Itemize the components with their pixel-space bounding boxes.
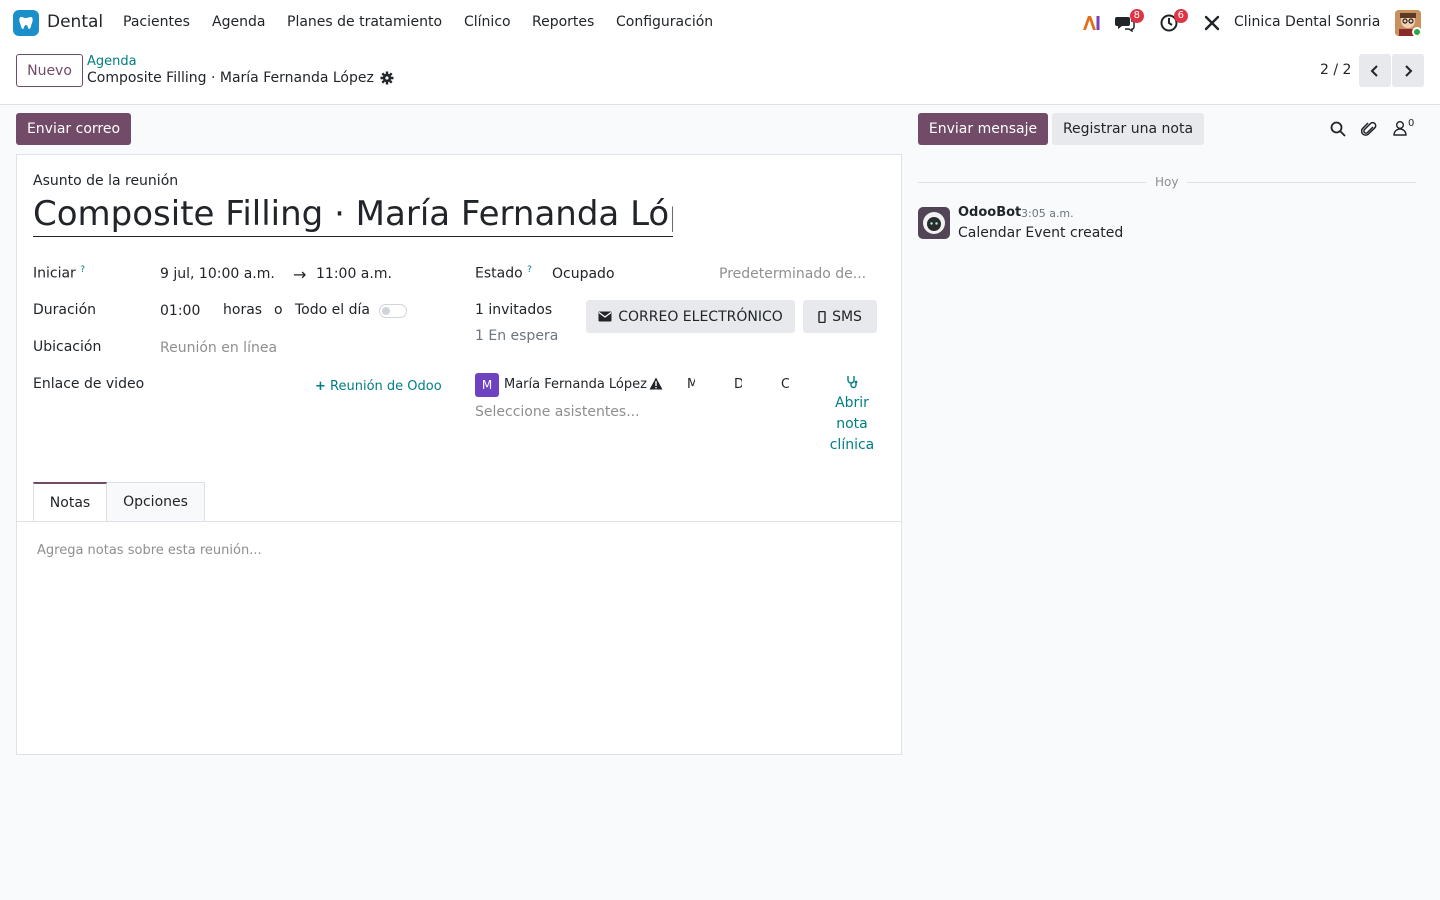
- message-time: 3:05 a.m.: [1021, 207, 1074, 220]
- state-label: Estado ?: [475, 265, 532, 282]
- attendees-input[interactable]: Seleccione asistentes...: [475, 404, 640, 420]
- search-icon[interactable]: [1330, 121, 1346, 141]
- end-time-input[interactable]: 11:00 a.m.: [316, 266, 392, 282]
- subject-input[interactable]: Composite Filling · María Fernanda López: [33, 193, 673, 237]
- start-datetime-input[interactable]: 9 jul, 10:00 a.m.: [160, 266, 275, 282]
- online-status-dot: [1412, 27, 1421, 36]
- attendee-col-d: D: [734, 377, 742, 392]
- send-mail-button[interactable]: Enviar correo: [16, 113, 131, 145]
- app-name[interactable]: Dental: [47, 12, 103, 32]
- notes-editor[interactable]: Agrega notas sobre esta reunión...: [37, 543, 262, 558]
- envelope-icon: [598, 311, 612, 322]
- allday-toggle[interactable]: [379, 304, 407, 318]
- activities-badge: 6: [1173, 9, 1188, 23]
- log-note-button[interactable]: Registrar una nota: [1052, 113, 1204, 145]
- attendee-avatar: M: [475, 373, 499, 397]
- ai-icon[interactable]: [1080, 12, 1102, 34]
- plus-icon: +: [315, 379, 326, 394]
- menu-agenda[interactable]: Agenda: [212, 14, 265, 30]
- or-label: o: [274, 302, 283, 318]
- subject-label: Asunto de la reunión: [33, 173, 179, 189]
- clinical-note-line-1: Abrir: [835, 395, 869, 411]
- paperclip-icon[interactable]: [1360, 120, 1377, 142]
- message-body: Calendar Event created: [958, 225, 1124, 241]
- stethoscope-icon: [847, 376, 858, 389]
- odoo-meeting-button[interactable]: + Reunión de Odoo: [315, 379, 442, 394]
- chevron-right-icon: [1405, 64, 1413, 77]
- menu-reportes[interactable]: Reportes: [532, 14, 594, 30]
- pager-value[interactable]: 2 / 2: [1320, 62, 1351, 78]
- tab-notas[interactable]: Notas: [33, 482, 107, 521]
- user-avatar[interactable]: [1395, 10, 1421, 36]
- clinical-note-line-2: nota: [836, 416, 868, 432]
- location-label: Ubicación: [33, 339, 102, 355]
- waiting-count[interactable]: 1 En espera: [475, 328, 558, 344]
- followers-count: 0: [1408, 118, 1415, 129]
- video-link-label: Enlace de video: [33, 376, 145, 392]
- location-input[interactable]: Reunión en línea: [160, 340, 277, 356]
- email-attendees-button[interactable]: CORREO ELECTRÓNICO: [586, 300, 795, 333]
- attendee-col-c: C: [781, 377, 789, 392]
- arrow-right-icon: →: [293, 265, 307, 284]
- clinical-note-line-3: clínica: [829, 437, 875, 453]
- breadcrumb-record-title: Composite Filling · María Fernanda López: [87, 70, 374, 86]
- message-author[interactable]: OdooBot: [958, 205, 1021, 220]
- state-select[interactable]: Ocupado: [552, 266, 615, 282]
- gear-icon[interactable]: [380, 71, 394, 89]
- warning-icon: [649, 377, 663, 394]
- form-sheet: Asunto de la reunión Composite Filling ·…: [16, 154, 902, 755]
- start-label: Iniciar ?: [33, 265, 86, 282]
- pager-next-button[interactable]: [1392, 54, 1424, 87]
- duration-input[interactable]: 01:00: [160, 303, 200, 319]
- menu-pacientes[interactable]: Pacientes: [123, 14, 190, 30]
- attendee-name[interactable]: María Fernanda López: [504, 377, 647, 392]
- chevron-left-icon: [1370, 64, 1378, 77]
- activities-icon[interactable]: 6: [1158, 9, 1188, 34]
- tab-opciones[interactable]: Opciones: [107, 482, 205, 521]
- menu-planes[interactable]: Planes de tratamiento: [287, 14, 442, 30]
- mobile-icon: [818, 310, 826, 323]
- messages-badge: 8: [1129, 9, 1144, 23]
- menu-clinico[interactable]: Clínico: [464, 14, 511, 30]
- pager-previous-button[interactable]: [1359, 54, 1391, 87]
- allday-label: Todo el día: [295, 302, 370, 318]
- messages-icon[interactable]: 8: [1114, 9, 1144, 34]
- top-navbar: Dental Pacientes Agenda Planes de tratam…: [0, 0, 1440, 46]
- attendee-col-m: M: [687, 377, 695, 392]
- menu-configuracion[interactable]: Configuración: [616, 14, 713, 30]
- company-switcher[interactable]: Clinica Dental Sonria: [1234, 14, 1380, 30]
- send-message-button[interactable]: Enviar mensaje: [918, 113, 1048, 145]
- chatter-day-separator: Hoy: [918, 175, 1416, 189]
- invited-count[interactable]: 1 invitados: [475, 302, 552, 318]
- control-panel: Nuevo Agenda Composite Filling · María F…: [0, 46, 1440, 105]
- sms-attendees-button[interactable]: SMS: [803, 300, 877, 333]
- duration-label: Duración: [33, 302, 97, 318]
- tooth-app-icon[interactable]: [13, 10, 39, 36]
- new-button[interactable]: Nuevo: [16, 54, 83, 87]
- hours-label: horas: [223, 302, 263, 318]
- open-clinical-note-button[interactable]: Abrir nota clínica: [822, 375, 882, 456]
- breadcrumb-agenda[interactable]: Agenda: [87, 54, 137, 69]
- tools-icon[interactable]: [1201, 12, 1223, 34]
- day-label: Hoy: [1155, 175, 1179, 189]
- odoobot-avatar: [918, 207, 950, 239]
- followers-icon[interactable]: [1393, 120, 1407, 140]
- tab-divider: [17, 521, 901, 522]
- privacy-select[interactable]: Predeterminado de...: [719, 266, 866, 282]
